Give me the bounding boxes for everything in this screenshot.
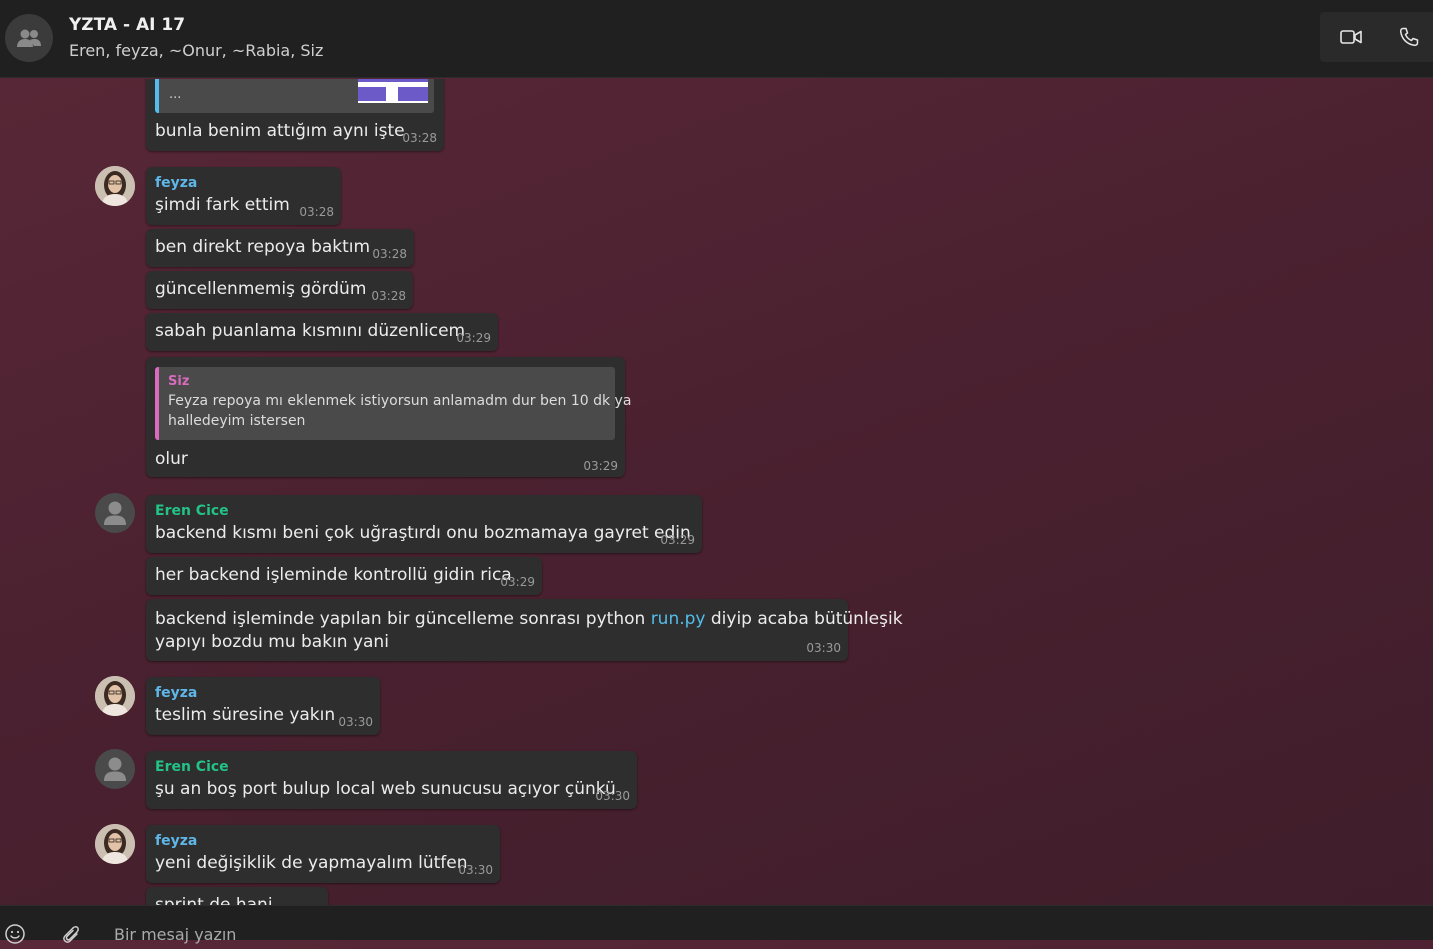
message-text: ben direkt repoya baktım — [155, 237, 371, 257]
message-bubble[interactable]: Eren Cice backend kısmı beni çok uğraştı… — [146, 495, 702, 553]
message-time: 03:29 — [660, 533, 695, 547]
message-time: 03:30 — [806, 641, 841, 655]
default-avatar-icon — [104, 501, 126, 525]
message-text: backend kısmı beni çok uğraştırdı onu bo… — [155, 523, 691, 543]
message-text: olur — [155, 449, 188, 469]
avatar-feyza[interactable] — [95, 824, 135, 864]
message-text-part: backend işleminde yapılan bir güncelleme… — [155, 609, 651, 629]
video-call-icon — [1340, 30, 1362, 44]
participants-list[interactable]: Eren, feyza, ~Onur, ~Rabia, Siz — [69, 41, 323, 60]
chat-title[interactable]: YZTA - AI 17 — [69, 15, 185, 35]
default-avatar-icon — [104, 757, 126, 781]
attach-button[interactable] — [58, 923, 80, 945]
group-icon — [17, 29, 41, 47]
message-text: teslim süresine yakın — [155, 705, 336, 725]
quote-text-line2: halledeyim istersen — [168, 413, 306, 429]
call-controls — [1320, 12, 1433, 62]
message-time: 03:29 — [456, 331, 491, 345]
message-bubble[interactable]: güncellenmemiş gördüm 03:28 — [146, 271, 413, 309]
message-text: güncellenmemiş gördüm — [155, 279, 367, 299]
message-bubble[interactable]: sabah puanlama kısmını düzenlicem 03:29 — [146, 313, 498, 351]
paperclip-icon — [63, 926, 79, 943]
message-time: 03:29 — [583, 459, 618, 473]
message-time: 03:28 — [299, 205, 334, 219]
sender-name[interactable]: feyza — [155, 685, 197, 701]
message-link[interactable]: run.py — [651, 609, 706, 629]
sender-name[interactable]: feyza — [155, 833, 197, 849]
chat-header: YZTA - AI 17 Eren, feyza, ~Onur, ~Rabia,… — [0, 0, 1433, 78]
message-time: 03:28 — [402, 131, 437, 145]
emoji-button[interactable] — [4, 923, 26, 945]
message-bubble[interactable]: Eren Cice şu an boş port bulup local web… — [146, 751, 637, 809]
phone-call-button[interactable] — [1396, 24, 1422, 50]
message-bubble[interactable]: ... bunla benim attığım aynı işte 03:28 — [146, 79, 444, 151]
message-bubble[interactable]: ben direkt repoya baktım 03:28 — [146, 229, 414, 267]
quote-sender: Siz — [168, 374, 190, 389]
message-bubble[interactable]: sprint de hani — [146, 887, 328, 905]
avatar-feyza[interactable] — [95, 676, 135, 716]
emoji-icon — [5, 924, 25, 944]
avatar-photo — [95, 676, 135, 716]
message-bubble[interactable]: her backend işleminde kontrollü gidin ri… — [146, 557, 542, 595]
group-avatar[interactable] — [5, 14, 53, 62]
avatar-eren[interactable] — [95, 749, 135, 789]
message-text: sprint de hani — [155, 895, 273, 905]
preview-thumbnail — [358, 79, 428, 103]
avatar-photo — [95, 824, 135, 864]
quote-text-line1: Feyza repoya mı eklenmek istiyorsun anla… — [168, 393, 632, 409]
link-preview[interactable]: ... — [155, 79, 434, 113]
message-text: şu an boş port bulup local web sunucusu … — [155, 779, 616, 799]
message-time: 03:30 — [458, 863, 493, 877]
message-text-line2: yapıyı bozdu mu bakın yani — [155, 632, 389, 652]
message-bubble[interactable]: feyza teslim süresine yakın 03:30 — [146, 677, 380, 735]
avatar-photo — [95, 166, 135, 206]
video-call-button[interactable] — [1338, 24, 1364, 50]
message-time: 03:29 — [500, 575, 535, 589]
message-bubble[interactable]: backend işleminde yapılan bir güncelleme… — [146, 599, 903, 661]
message-composer: Bir mesaj yazın — [0, 905, 1433, 944]
avatar-eren[interactable] — [95, 493, 135, 533]
quoted-message[interactable]: Siz Feyza repoya mı eklenmek istiyorsun … — [155, 367, 631, 440]
message-time: 03:30 — [338, 715, 373, 729]
sender-name[interactable]: Eren Cice — [155, 503, 229, 519]
message-time: 03:28 — [372, 247, 407, 261]
message-text: bunla benim attığım aynı işte — [155, 121, 405, 141]
message-text: backend işleminde yapılan bir güncelleme… — [155, 609, 903, 629]
sender-name[interactable]: Eren Cice — [155, 759, 229, 775]
message-time: 03:28 — [371, 289, 406, 303]
message-bubble[interactable]: feyza yeni değişiklik de yapmayalım lütf… — [146, 825, 500, 883]
message-text: şimdi fark ettim — [155, 195, 290, 215]
message-input[interactable]: Bir mesaj yazın — [114, 925, 236, 944]
avatar-feyza[interactable] — [95, 166, 135, 206]
message-text: sabah puanlama kısmını düzenlicem — [155, 321, 466, 341]
message-list[interactable]: ... bunla benim attığım aynı işte 03:28 … — [0, 79, 1433, 905]
message-text: her backend işleminde kontrollü gidin ri… — [155, 565, 512, 585]
sender-name[interactable]: feyza — [155, 175, 197, 191]
phone-call-icon — [1399, 27, 1419, 47]
preview-text: ... — [169, 87, 182, 102]
message-text-part: diyip acaba bütünleşik — [705, 609, 903, 629]
message-time: 03:30 — [595, 789, 630, 803]
message-text: yeni değişiklik de yapmayalım lütfen — [155, 853, 468, 873]
message-bubble[interactable]: Siz Feyza repoya mı eklenmek istiyorsun … — [146, 357, 631, 477]
message-bubble[interactable]: feyza şimdi fark ettim 03:28 — [146, 167, 341, 225]
